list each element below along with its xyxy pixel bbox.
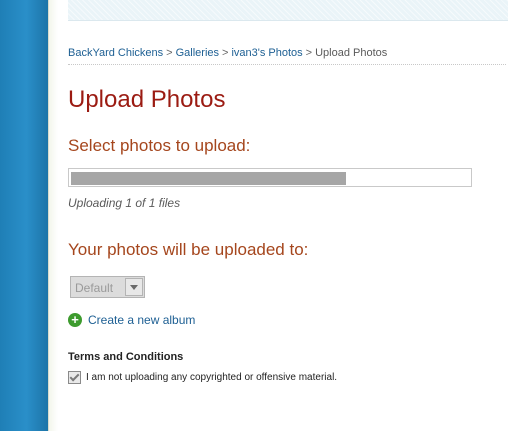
terms-heading: Terms and Conditions (68, 351, 184, 363)
upload-progress-bar (68, 168, 472, 187)
select-photos-heading: Select photos to upload: (68, 136, 251, 155)
page-title: Upload Photos (68, 86, 226, 113)
plus-circle-icon: + (68, 313, 82, 327)
album-select-value: Default (75, 281, 114, 295)
breadcrumb-separator: > (166, 47, 173, 59)
create-album-label: Create a new album (88, 313, 196, 327)
upload-progress-fill (71, 172, 346, 185)
breadcrumb-link-galleries[interactable]: Galleries (176, 47, 219, 59)
upload-status-text: Uploading 1 of 1 files (68, 196, 181, 210)
breadcrumb-link-home[interactable]: BackYard Chickens (68, 47, 163, 59)
breadcrumb-separator: > (305, 47, 313, 59)
chevron-down-icon[interactable] (125, 278, 143, 296)
destination-heading: Your photos will be uploaded to: (68, 240, 309, 259)
breadcrumb-separator: > (222, 47, 229, 59)
left-rail-edge (48, 0, 58, 431)
terms-checkbox[interactable] (68, 371, 81, 384)
breadcrumb: BackYard Chickens > Galleries > ivan3's Phot… (68, 47, 506, 65)
breadcrumb-link-user-photos[interactable]: ivan3's Photos (231, 47, 302, 59)
create-album-link[interactable]: + Create a new album (68, 313, 195, 327)
site-left-rail (0, 0, 48, 431)
breadcrumb-current: Upload Photos (315, 47, 388, 59)
header-banner (68, 0, 508, 21)
terms-agreement-row: I am not uploading any copyrighted or of… (68, 371, 337, 384)
album-select[interactable]: Default (70, 276, 145, 298)
terms-agreement-label: I am not uploading any copyrighted or of… (86, 372, 338, 383)
